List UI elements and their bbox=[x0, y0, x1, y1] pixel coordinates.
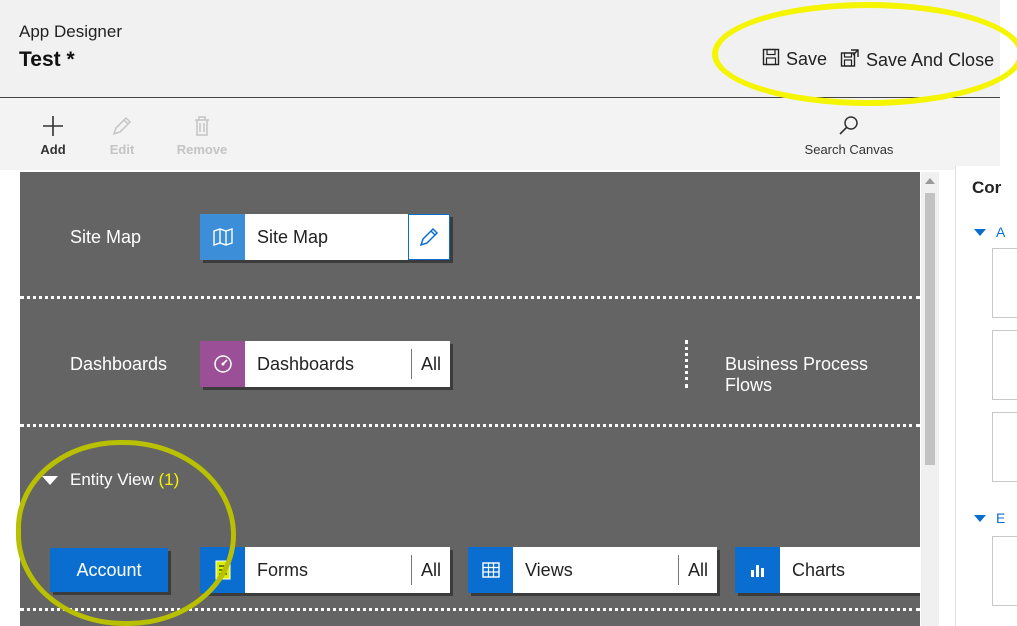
highlight-circle-entity bbox=[16, 440, 236, 626]
forms-tile-label: Forms bbox=[257, 559, 308, 580]
caret-down-icon bbox=[974, 514, 986, 522]
panel-component-item[interactable] bbox=[992, 536, 1017, 606]
charts-tile[interactable]: Charts bbox=[735, 547, 920, 593]
plus-icon bbox=[43, 116, 63, 136]
search-canvas-button[interactable]: Search Canvas bbox=[800, 114, 898, 157]
forms-all-button[interactable]: All bbox=[412, 547, 450, 593]
panel-component-item[interactable] bbox=[992, 330, 1017, 400]
add-label: Add bbox=[40, 142, 66, 157]
edit-button[interactable]: Edit bbox=[92, 114, 152, 157]
panel-section-2[interactable]: E bbox=[974, 510, 1005, 526]
bpf-label[interactable]: Business Process Flows bbox=[725, 354, 920, 396]
panel-section-1-label: A bbox=[996, 224, 1006, 240]
search-canvas-label: Search Canvas bbox=[804, 142, 894, 157]
pencil-icon bbox=[112, 116, 132, 136]
trash-icon bbox=[195, 116, 209, 136]
remove-label: Remove bbox=[176, 142, 228, 157]
edit-sitemap-button[interactable] bbox=[408, 214, 450, 260]
dashboards-tile-label: Dashboards bbox=[257, 353, 355, 374]
dashboards-all-button[interactable]: All bbox=[412, 341, 450, 387]
remove-button[interactable]: Remove bbox=[172, 114, 232, 157]
column-divider bbox=[685, 340, 688, 388]
pencil-icon bbox=[419, 227, 439, 247]
panel-title: Cor bbox=[972, 178, 1002, 197]
forms-tile[interactable]: Forms All bbox=[200, 547, 450, 593]
sitemap-tile[interactable]: Site Map bbox=[200, 214, 450, 260]
dashboards-row-label: Dashboards bbox=[70, 354, 168, 374]
components-panel: Cor A E bbox=[955, 166, 1017, 626]
add-button[interactable]: Add bbox=[23, 114, 83, 157]
charts-tile-label: Charts bbox=[792, 559, 846, 580]
gauge-icon bbox=[200, 341, 245, 387]
scroll-up-arrow-icon[interactable] bbox=[925, 178, 935, 184]
grid-icon bbox=[468, 547, 513, 593]
magnifier-icon bbox=[839, 116, 858, 135]
highlight-circle-save bbox=[712, 2, 1017, 106]
scrollbar-thumb[interactable] bbox=[925, 193, 935, 465]
row-divider bbox=[20, 296, 920, 299]
app-title: App Designer bbox=[19, 22, 123, 41]
dashboards-tile[interactable]: Dashboards All bbox=[200, 341, 450, 387]
caret-down-icon bbox=[974, 228, 986, 236]
edit-label: Edit bbox=[109, 142, 135, 157]
sitemap-tile-label: Site Map bbox=[257, 226, 329, 247]
panel-section-2-label: E bbox=[996, 510, 1006, 526]
panel-component-item[interactable] bbox=[992, 248, 1017, 318]
row-divider bbox=[20, 424, 920, 427]
sitemap-row-label: Site Map bbox=[70, 227, 142, 247]
map-icon bbox=[200, 214, 245, 260]
views-tile-label: Views bbox=[525, 559, 573, 580]
document-title: Test * bbox=[19, 48, 75, 71]
bar-chart-icon bbox=[735, 547, 780, 593]
panel-component-item[interactable] bbox=[992, 412, 1017, 482]
views-all-button[interactable]: All bbox=[679, 547, 717, 593]
panel-section-1[interactable]: A bbox=[974, 224, 1005, 240]
views-tile[interactable]: Views All bbox=[468, 547, 717, 593]
